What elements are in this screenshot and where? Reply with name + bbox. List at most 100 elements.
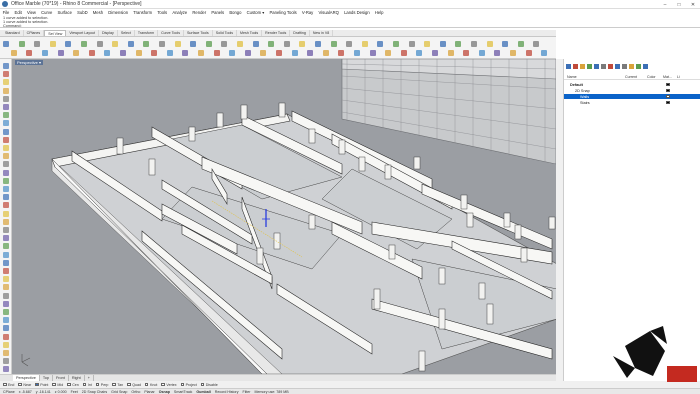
layer-tool-icon[interactable]: [622, 64, 627, 69]
toolbar-tab[interactable]: Mesh Tools: [237, 30, 263, 36]
maximize-button[interactable]: □: [672, 0, 686, 9]
toolbar-tool-icon[interactable]: [96, 41, 103, 47]
tool-icon[interactable]: [3, 95, 9, 102]
menu-item[interactable]: File: [0, 10, 12, 15]
layer-row[interactable]: Stairs: [564, 100, 700, 105]
toolbar-tab[interactable]: Transform: [135, 30, 159, 36]
toolbar-tool-icon[interactable]: [49, 41, 56, 47]
toolbar-tool-icon[interactable]: [182, 50, 189, 56]
close-button[interactable]: ✕: [686, 0, 700, 9]
tool-icon[interactable]: [3, 259, 9, 266]
toolbar-tool-icon[interactable]: [432, 50, 438, 56]
toolbar-tool-icon[interactable]: [533, 41, 540, 47]
layer-tool-icon[interactable]: [594, 64, 599, 69]
tool-icon[interactable]: [3, 120, 9, 127]
toolbar-tool-icon[interactable]: [416, 50, 423, 56]
toolbar-tool-icon[interactable]: [322, 50, 329, 56]
tool-icon[interactable]: [3, 243, 9, 250]
toolbar-tool-icon[interactable]: [439, 41, 446, 47]
command-prompt[interactable]: Command:: [3, 24, 700, 28]
status-toggle[interactable]: Osnap: [159, 390, 170, 394]
menu-item[interactable]: Panels: [209, 10, 227, 15]
osnap-toggle[interactable]: End: [3, 383, 14, 387]
tool-icon[interactable]: [3, 71, 9, 78]
toolbar-tool-icon[interactable]: [260, 50, 267, 56]
layer-tool-icon[interactable]: [608, 64, 613, 69]
checkbox[interactable]: [144, 382, 149, 387]
toolbar-tool-icon[interactable]: [174, 41, 181, 47]
osnap-toggle[interactable]: Int: [82, 383, 92, 387]
tool-icon[interactable]: [3, 292, 9, 299]
toolbar-tool-icon[interactable]: [393, 41, 399, 47]
layer-row[interactable]: 2D Snap: [564, 88, 700, 93]
layer-tool-icon[interactable]: [601, 64, 606, 69]
toolbar-tab[interactable]: Surface Tools: [184, 30, 213, 36]
osnap-toggle[interactable]: Project: [180, 383, 197, 387]
layer-row[interactable]: Default: [564, 82, 700, 87]
toolbar-tool-icon[interactable]: [34, 41, 41, 47]
toolbar-tool-icon[interactable]: [42, 50, 48, 56]
tool-icon[interactable]: [3, 202, 9, 209]
tool-icon[interactable]: [3, 333, 9, 340]
toolbar-tab[interactable]: Set View: [44, 30, 67, 36]
layer-color-swatch[interactable]: [666, 94, 670, 99]
osnap-toggle[interactable]: Point: [35, 383, 48, 387]
units-label[interactable]: Feet: [71, 390, 78, 394]
toolbar-tool-icon[interactable]: [120, 50, 126, 56]
layer-tool-icon[interactable]: [629, 64, 634, 69]
menu-item[interactable]: V-Ray: [299, 10, 316, 15]
layers-column-header[interactable]: Color: [644, 75, 660, 79]
menu-item[interactable]: Curve: [39, 10, 55, 15]
tool-icon[interactable]: [3, 235, 9, 242]
layer-tool-icon[interactable]: [636, 64, 641, 69]
toolbar-tool-icon[interactable]: [447, 50, 454, 56]
minimize-button[interactable]: –: [658, 0, 672, 9]
checkbox[interactable]: [95, 382, 100, 387]
toolbar-tool-icon[interactable]: [57, 50, 64, 56]
tool-icon[interactable]: [3, 317, 9, 324]
toolbar-tool-icon[interactable]: [541, 50, 548, 56]
tool-icon[interactable]: [3, 227, 9, 233]
tool-icon[interactable]: [3, 177, 9, 184]
layer-tool-icon[interactable]: [580, 64, 585, 69]
viewport-label[interactable]: Perspective ▾: [15, 60, 44, 65]
toolbar-tool-icon[interactable]: [517, 41, 524, 47]
tool-icon[interactable]: [3, 268, 9, 274]
toolbar-tool-icon[interactable]: [244, 50, 251, 56]
tool-icon[interactable]: [3, 284, 9, 291]
toolbar-tool-icon[interactable]: [455, 41, 462, 47]
toolbar-tool-icon[interactable]: [330, 41, 337, 47]
toolbar-tool-icon[interactable]: [151, 50, 158, 56]
menu-item[interactable]: Paneling Tools: [267, 10, 299, 15]
checkbox[interactable]: [200, 382, 205, 387]
tool-icon[interactable]: [3, 104, 9, 110]
toolbar-tool-icon[interactable]: [424, 41, 431, 47]
tool-icon[interactable]: [3, 218, 9, 225]
status-toggle[interactable]: Ortho: [131, 390, 140, 394]
menu-item[interactable]: View: [24, 10, 38, 15]
osnap-toggle[interactable]: Cen: [67, 383, 79, 387]
toolbar-tool-icon[interactable]: [377, 41, 384, 47]
toolbar-tool-icon[interactable]: [143, 41, 150, 47]
toolbar-tool-icon[interactable]: [73, 50, 80, 56]
checkbox[interactable]: [3, 382, 7, 387]
toolbar-tool-icon[interactable]: [510, 50, 516, 56]
menu-item[interactable]: SubD: [75, 10, 91, 15]
menu-item[interactable]: Bongo: [227, 10, 244, 15]
current-layer[interactable]: 2D Snap Chairs: [82, 390, 107, 394]
menu-item[interactable]: Surface: [55, 10, 75, 15]
tool-icon[interactable]: [3, 366, 9, 373]
toolbar-tool-icon[interactable]: [159, 41, 165, 47]
toolbar-tab[interactable]: Viewport Layout: [66, 30, 100, 36]
toolbar-tool-icon[interactable]: [3, 41, 9, 47]
checkbox[interactable]: [52, 382, 56, 387]
tool-icon[interactable]: [3, 87, 9, 94]
toolbar-tab[interactable]: Curve Tools: [158, 30, 184, 36]
tool-icon[interactable]: [3, 145, 9, 151]
status-toggle[interactable]: Grid Snap: [111, 390, 127, 394]
toolbar-tool-icon[interactable]: [307, 50, 314, 56]
toolbar-tab[interactable]: Display: [99, 30, 118, 36]
osnap-toggle[interactable]: Perp: [95, 382, 108, 387]
toolbar-tool-icon[interactable]: [525, 50, 532, 56]
menu-item[interactable]: Edit: [12, 10, 24, 15]
